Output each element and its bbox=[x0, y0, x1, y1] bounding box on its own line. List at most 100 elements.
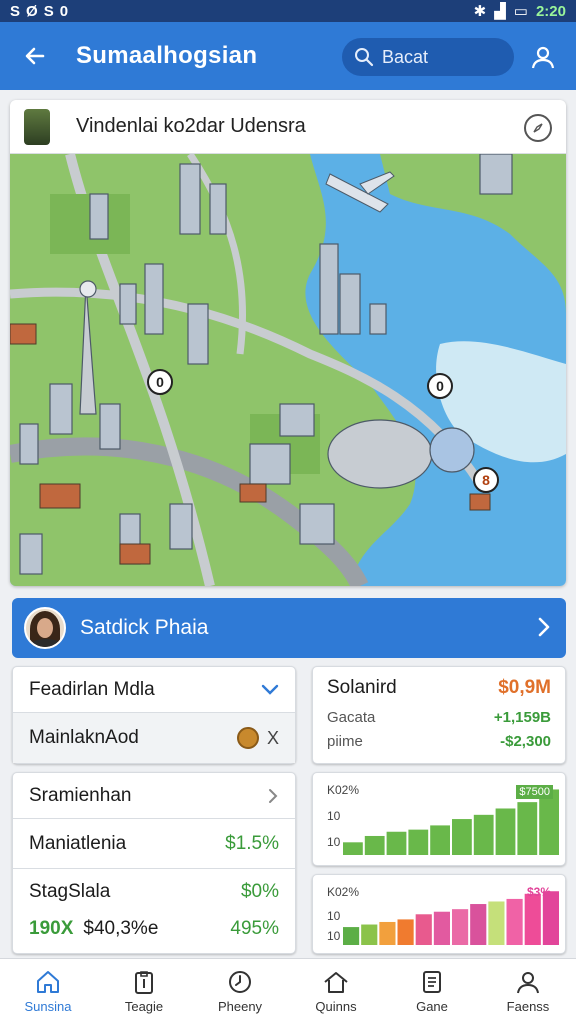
chart-bar bbox=[361, 924, 378, 945]
map-marker[interactable]: 0 bbox=[147, 369, 173, 395]
stat-value: -$2,300 bbox=[500, 733, 551, 750]
nav-item-sunsina[interactable]: Sunsina bbox=[0, 959, 96, 1024]
chevron-right-icon bbox=[538, 617, 550, 637]
nav-item-gane[interactable]: Gane bbox=[384, 959, 480, 1024]
nav-item-faenss[interactable]: Faenss bbox=[480, 959, 576, 1024]
stats-total: $0,9M bbox=[498, 677, 551, 698]
item-label: StagSlala bbox=[29, 881, 111, 902]
notification-icon: S bbox=[10, 2, 21, 20]
dome bbox=[429, 427, 475, 473]
nav-label: Quinns bbox=[315, 999, 357, 1014]
chart-bar bbox=[524, 893, 541, 945]
nav-label: Teagie bbox=[124, 999, 164, 1014]
nav-label: Pheeny bbox=[217, 999, 263, 1014]
chart-bar bbox=[506, 898, 523, 945]
chart-bar bbox=[452, 819, 472, 855]
chart-bar bbox=[517, 802, 538, 855]
marker-label: 0 bbox=[436, 378, 444, 394]
metrics-panel: Sramienhan Maniatlenia $1.5% StagSlala $… bbox=[12, 772, 296, 954]
footer-mid: $40,3%e bbox=[83, 918, 159, 939]
compass-button[interactable] bbox=[524, 114, 552, 142]
list-item[interactable]: MainlaknAod X bbox=[13, 713, 295, 763]
item-label: MainlaknAod bbox=[29, 727, 139, 748]
nav-item-quinns[interactable]: Quinns bbox=[288, 959, 384, 1024]
bottom-nav: Sunsina Teagie Pheeny Quinns Gane Faenss bbox=[0, 958, 576, 1024]
chart-bar bbox=[488, 901, 505, 945]
notification-icon: S bbox=[43, 2, 54, 20]
back-button[interactable] bbox=[20, 41, 50, 71]
stat-line: piime -$2,300 bbox=[313, 733, 565, 757]
city-map[interactable]: 0 0 8 bbox=[10, 154, 566, 586]
tower-top bbox=[79, 280, 97, 298]
nav-label: Faenss bbox=[506, 999, 550, 1014]
chart-highlight: $7500 bbox=[516, 785, 553, 799]
category-select[interactable]: Feadirlan Mdla bbox=[13, 667, 295, 713]
stats-panel: Solanird $0,9M Gacata +1,159B piime -$2,… bbox=[312, 666, 566, 764]
chart-bar bbox=[433, 911, 450, 945]
chart-bar bbox=[470, 904, 487, 945]
chart-bar bbox=[343, 927, 360, 945]
compass-icon bbox=[533, 123, 543, 133]
chart-bar bbox=[364, 835, 385, 855]
chart-ylabel: 10 bbox=[327, 809, 341, 823]
status-icons: S Ø S 0 bbox=[10, 3, 68, 20]
account-button[interactable] bbox=[528, 42, 558, 72]
clock-icon bbox=[229, 971, 251, 993]
chart-ylabel: 10 bbox=[327, 909, 341, 923]
arrow-left-icon bbox=[25, 47, 45, 65]
chart-bar bbox=[542, 891, 559, 945]
nav-item-teagie[interactable]: Teagie bbox=[96, 959, 192, 1024]
list-item[interactable]: Sramienhan bbox=[13, 773, 295, 819]
house-icon bbox=[324, 972, 348, 993]
chart-highlight: $3% bbox=[526, 885, 551, 899]
footer-right: 495% bbox=[230, 918, 279, 939]
chart-bar bbox=[343, 842, 363, 855]
item-value: $0% bbox=[240, 881, 279, 902]
item-label: Sramienhan bbox=[29, 784, 132, 806]
list-item[interactable]: StagSlala $0% bbox=[13, 869, 295, 909]
profile-bar[interactable]: Satdick Phaia bbox=[12, 598, 566, 658]
stat-value: +1,159B bbox=[493, 709, 551, 726]
chart-ylabel: 10 bbox=[327, 835, 341, 849]
nav-label: Gane bbox=[416, 999, 448, 1014]
notification-icon: 0 bbox=[59, 2, 69, 20]
status-bar: S Ø S 0 ✱ ▟ ▭ 2:20 bbox=[0, 0, 576, 22]
battery-icon: ▭ bbox=[513, 3, 528, 20]
nav-item-pheeny[interactable]: Pheeny bbox=[192, 959, 288, 1024]
map-header: Vindenlai ko2dar Udensra bbox=[10, 100, 566, 154]
search-button[interactable]: Bacat bbox=[342, 38, 514, 76]
person-icon bbox=[517, 972, 539, 994]
chevron-down-icon bbox=[261, 684, 279, 695]
chart-bar bbox=[408, 829, 429, 855]
map-marker[interactable]: 8 bbox=[473, 467, 499, 493]
map-marker[interactable]: 0 bbox=[427, 373, 453, 399]
notification-icon: Ø bbox=[26, 2, 38, 20]
close-icon[interactable]: X bbox=[267, 728, 279, 749]
map-card: Vindenlai ko2dar Udensra 0 0 8 bbox=[10, 100, 566, 586]
home-icon bbox=[37, 971, 59, 993]
signal-icon: ▟ bbox=[494, 3, 506, 20]
bluetooth-icon: ✱ bbox=[473, 3, 487, 20]
coin-icon bbox=[236, 727, 259, 749]
stadium bbox=[327, 419, 433, 489]
chart-bar bbox=[473, 814, 494, 855]
search-label: Bacat bbox=[382, 46, 429, 67]
filter-panel: Feadirlan Mdla MainlaknAod X bbox=[12, 666, 296, 764]
place-thumbnail[interactable] bbox=[24, 108, 50, 145]
marker-label: 8 bbox=[482, 472, 490, 488]
footer-left: 190X bbox=[29, 918, 74, 939]
chart-bar bbox=[415, 914, 432, 945]
item-value: $1.5% bbox=[225, 832, 279, 854]
chart-bar bbox=[379, 921, 396, 945]
search-icon bbox=[355, 48, 374, 67]
profile-name: Satdick Phaia bbox=[80, 616, 209, 639]
app-title: Sumaalhogsian bbox=[76, 42, 258, 69]
list-item[interactable]: Maniatlenia $1.5% bbox=[13, 819, 295, 869]
chart-bar bbox=[452, 909, 469, 945]
map-title: Vindenlai ko2dar Udensra bbox=[76, 115, 306, 137]
chart-card-top[interactable]: K02% 10 10 $7500 bbox=[312, 772, 566, 866]
chart-card-bottom[interactable]: K02% 10 10 $3% bbox=[312, 874, 566, 954]
marker-label: 0 bbox=[156, 374, 164, 390]
chevron-right-icon bbox=[269, 788, 278, 803]
chart-bar bbox=[430, 825, 450, 855]
